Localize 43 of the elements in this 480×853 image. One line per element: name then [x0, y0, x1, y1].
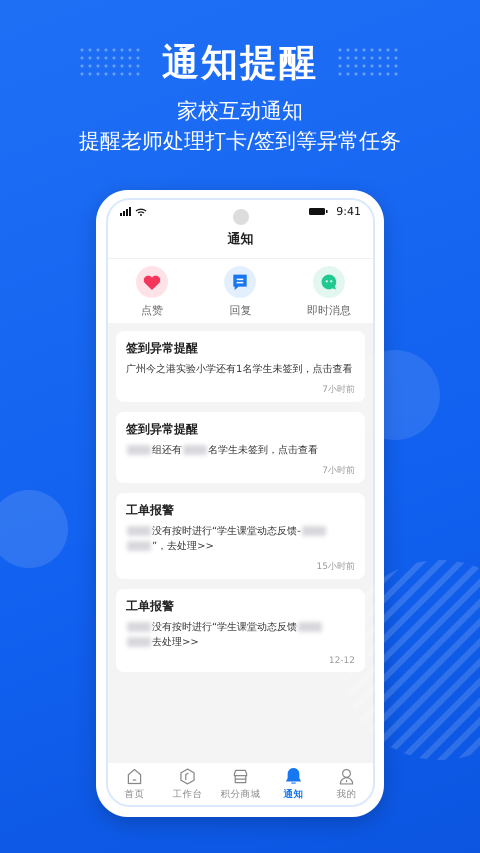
notification-card[interactable]: 签到异常提醒 组还有 名学生未签到，点击查看 7小时前 — [116, 412, 365, 483]
notification-time: 7小时前 — [322, 384, 355, 396]
battery-icon — [309, 208, 328, 214]
tab-bar-item[interactable]: 通知 — [267, 766, 320, 805]
notification-message: 广州今之港实验小学还有1名学生未签到，点击查看 — [126, 362, 354, 377]
blurred-text — [183, 445, 207, 456]
quick-action-button[interactable]: 即时消息 — [288, 266, 369, 318]
wifi-icon — [135, 206, 147, 216]
blurred-text — [127, 637, 151, 648]
notification-time: 7小时前 — [322, 464, 355, 477]
signal-icon — [120, 206, 131, 216]
notification-time: 15小时前 — [316, 560, 355, 573]
blurred-text — [302, 526, 326, 536]
notification-title: 工单报警 — [126, 598, 175, 615]
tab-bar-item[interactable]: 首页 — [108, 766, 161, 805]
blurred-text — [127, 445, 151, 456]
notification-message: 没有按时进行“学生课堂动态反馈- ”，去处理>> — [126, 524, 358, 554]
notification-title: 签到异常提醒 — [126, 421, 199, 438]
notification-card[interactable]: 工单报警 没有按时进行“学生课堂动态反馈- ”，去处理>> 15小时前 — [116, 493, 365, 579]
message-icon — [224, 266, 256, 298]
notification-time: 12-12 — [328, 656, 355, 666]
notification-message: 没有按时进行“学生课堂动态反馈 去处理>> — [126, 620, 358, 650]
blurred-text — [127, 526, 151, 536]
banner-subtitle: 家校互动通知 — [177, 98, 303, 125]
banner-title: 通知提醒 — [162, 40, 318, 86]
notification-message: 组还有 名学生未签到，点击查看 — [126, 443, 358, 458]
tab-bar-item[interactable]: 工作台 — [161, 766, 214, 805]
notification-card[interactable]: 签到异常提醒 广州今之港实验小学还有1名学生未签到，点击查看 7小时前 — [116, 331, 365, 402]
quick-action-button[interactable]: 点赞 — [112, 266, 192, 318]
notification-card[interactable]: 工单报警 没有按时进行“学生课堂动态反馈 去处理>> 12-12 — [116, 589, 365, 672]
blurred-text — [298, 622, 322, 632]
banner-subtitle: 提醒老师处理打卡/签到等异常任务 — [78, 128, 402, 155]
tab-bar-item[interactable]: 积分商城 — [214, 766, 267, 805]
blurred-text — [127, 622, 151, 632]
tab-bar-item[interactable]: 我的 — [320, 766, 373, 805]
blurred-text — [127, 541, 151, 552]
camera-dot — [232, 209, 248, 225]
screen-title: 通知 — [226, 231, 254, 249]
notification-title: 工单报警 — [126, 502, 175, 519]
status-time: 9:41 — [336, 204, 361, 218]
quick-action-button[interactable]: 回复 — [200, 266, 280, 318]
chat-bubble-icon — [312, 266, 345, 298]
notification-title: 签到异常提醒 — [126, 340, 199, 357]
